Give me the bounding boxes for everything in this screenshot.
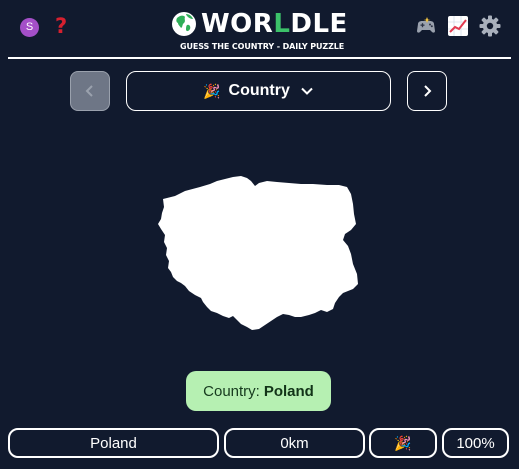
answer-country: Poland	[263, 382, 314, 400]
stats-icon[interactable]	[447, 15, 469, 37]
subtitle: GUESS THE COUNTRY - DAILY PUZZLE	[180, 42, 345, 51]
help-icon[interactable]: ?	[55, 13, 67, 39]
globe-icon	[172, 12, 196, 36]
guess-proximity: 100%	[442, 428, 509, 458]
answer-prefix: Country:	[203, 382, 260, 400]
logo-text: WORLDLE	[201, 9, 348, 39]
chevron-down-icon	[301, 87, 313, 95]
games-icon[interactable]	[415, 15, 437, 37]
header-divider	[8, 57, 511, 59]
chevron-right-icon	[424, 85, 432, 97]
party-icon: 🎉	[203, 82, 221, 99]
settings-icon[interactable]	[479, 15, 501, 37]
avatar[interactable]: S	[20, 18, 39, 37]
header: S ? WORLDLE GUESS THE COUNTRY - DAILY PU…	[0, 0, 519, 58]
guess-country: Poland	[8, 428, 219, 458]
logo: WORLDLE	[171, 9, 348, 39]
guess-distance: 0km	[224, 428, 365, 458]
mode-label: Country	[228, 82, 290, 99]
country-silhouette	[158, 176, 358, 330]
answer-badge: Country: Poland	[186, 371, 331, 411]
guess-direction: 🎉	[369, 428, 437, 458]
chevron-left-icon	[85, 85, 93, 97]
mode-select[interactable]: 🎉 Country	[126, 71, 391, 111]
next-button[interactable]	[407, 71, 447, 111]
previous-button[interactable]	[70, 71, 110, 111]
